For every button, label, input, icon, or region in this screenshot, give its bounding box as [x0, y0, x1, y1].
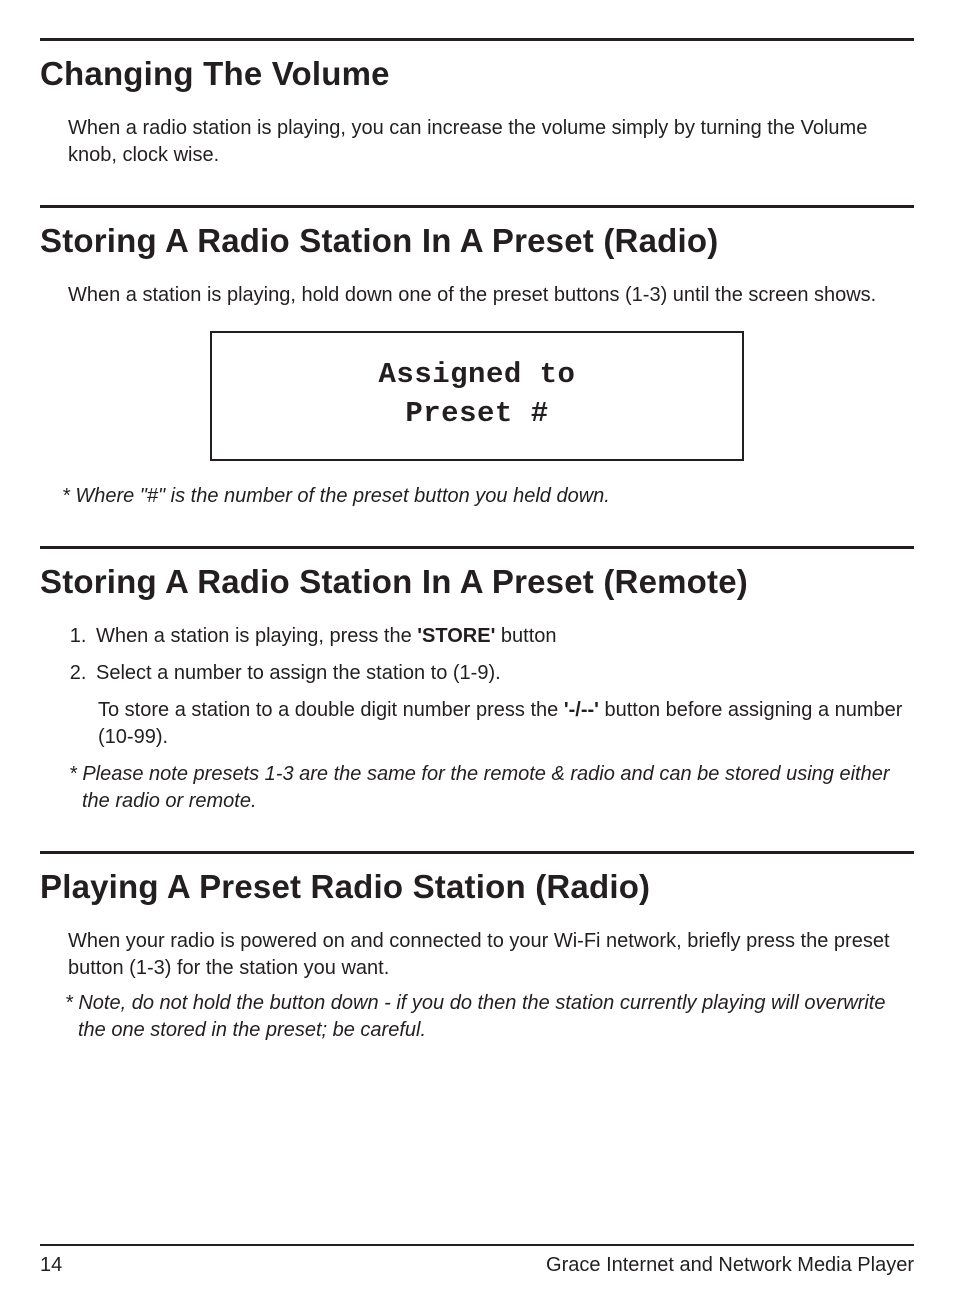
body-paragraph: When a radio station is playing, you can…	[40, 115, 914, 169]
display-line-1: Assigned to	[222, 355, 732, 394]
bold-label: 'STORE'	[417, 625, 495, 647]
step-1: When a station is playing, press the 'ST…	[92, 623, 914, 650]
body-paragraph: When your radio is powered on and connec…	[40, 928, 914, 982]
step-text: Select a number to assign the station to…	[96, 662, 501, 684]
ordered-steps: When a station is playing, press the 'ST…	[40, 623, 914, 687]
lcd-display-box: Assigned to Preset #	[210, 331, 744, 461]
step-sub-paragraph: To store a station to a double digit num…	[40, 697, 914, 751]
footer-title: Grace Internet and Network Media Player	[546, 1254, 914, 1277]
step-2: Select a number to assign the station to…	[92, 660, 914, 687]
step-text: button	[495, 625, 556, 647]
body-paragraph: When a station is playing, hold down one…	[40, 282, 914, 309]
section-heading: Changing The Volume	[40, 55, 914, 93]
section-heading: Playing A Preset Radio Station (Radio)	[40, 868, 914, 906]
manual-page: Changing The Volume When a radio station…	[0, 0, 954, 1301]
display-line-2: Preset #	[222, 394, 732, 433]
section-store-preset-remote: Storing A Radio Station In A Preset (Rem…	[40, 546, 914, 815]
footnote: * Please note presets 1-3 are the same f…	[40, 761, 914, 815]
footer-row: 14 Grace Internet and Network Media Play…	[40, 1254, 914, 1277]
divider	[40, 38, 914, 41]
footer-divider	[40, 1244, 914, 1246]
step-sub-text: To store a station to a double digit num…	[98, 699, 564, 721]
divider	[40, 205, 914, 208]
section-playing-preset-radio: Playing A Preset Radio Station (Radio) W…	[40, 851, 914, 1044]
step-text: When a station is playing, press the	[96, 625, 417, 647]
divider	[40, 851, 914, 854]
section-heading: Storing A Radio Station In A Preset (Rem…	[40, 563, 914, 601]
section-heading: Storing A Radio Station In A Preset (Rad…	[40, 222, 914, 260]
divider	[40, 546, 914, 549]
section-store-preset-radio: Storing A Radio Station In A Preset (Rad…	[40, 205, 914, 510]
page-number: 14	[40, 1254, 62, 1277]
page-footer: 14 Grace Internet and Network Media Play…	[40, 1244, 914, 1277]
footnote: * Note, do not hold the button down - if…	[40, 990, 914, 1044]
footnote: * Where "#" is the number of the preset …	[40, 483, 914, 510]
bold-label: '-/--'	[564, 699, 599, 721]
section-changing-volume: Changing The Volume When a radio station…	[40, 38, 914, 169]
